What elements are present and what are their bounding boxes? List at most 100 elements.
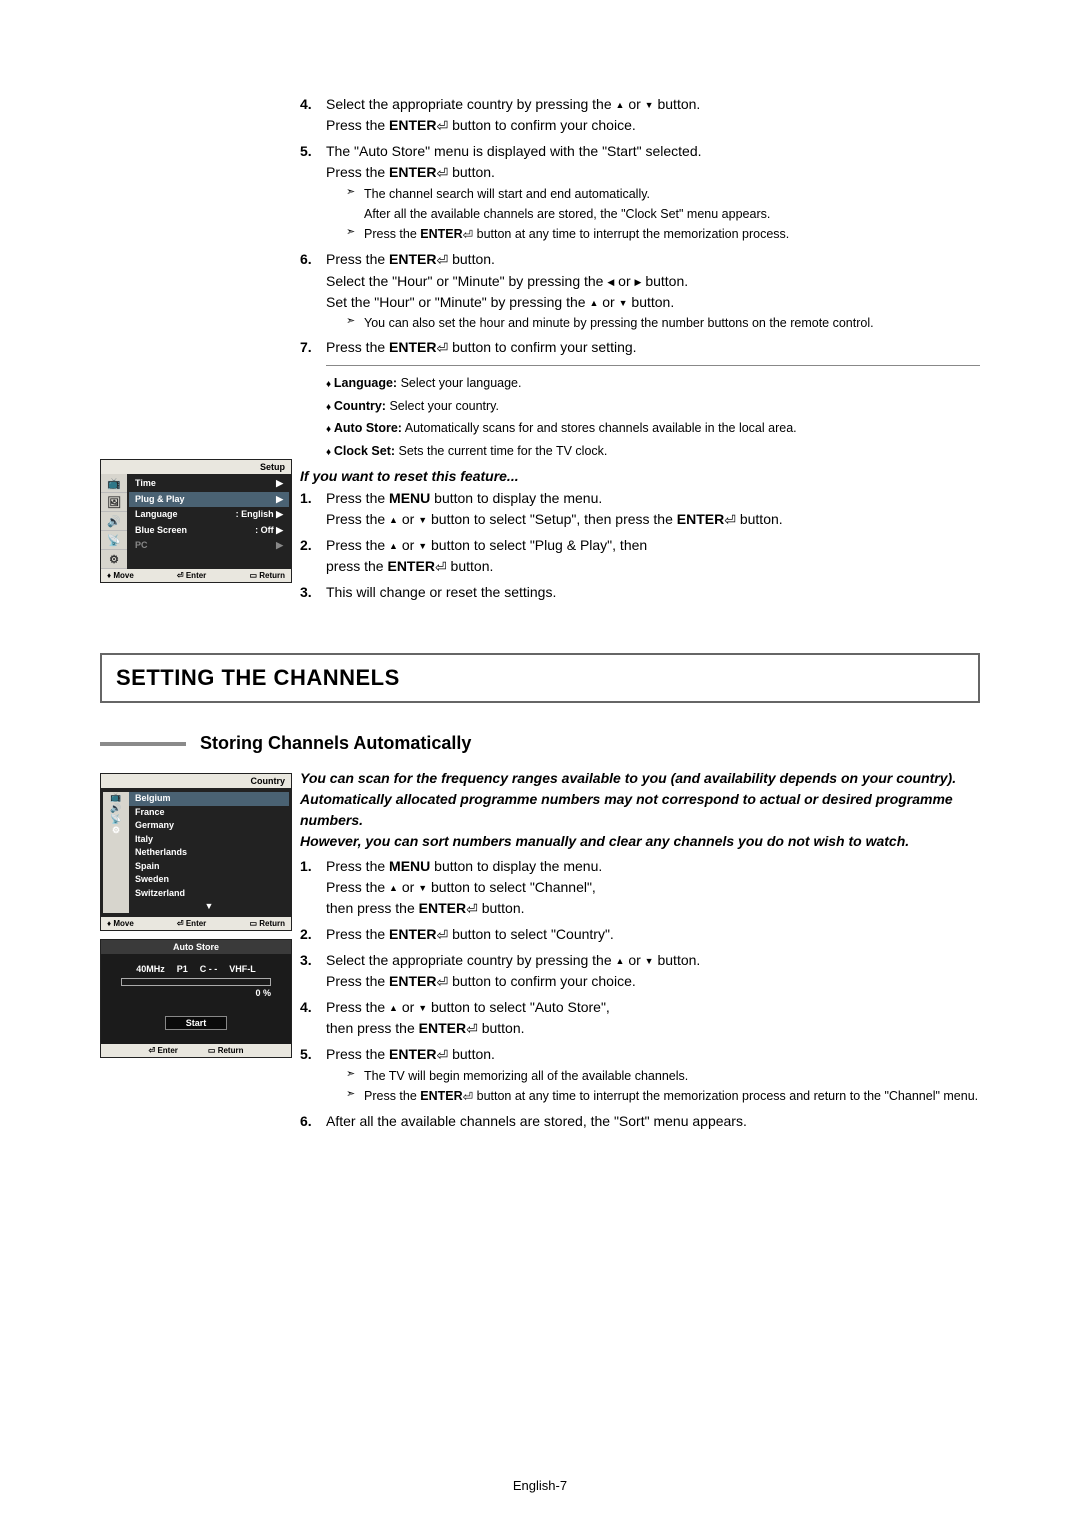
text: Move: [113, 571, 133, 580]
down-icon: [418, 511, 427, 527]
osd-chips: 40MHz P1 C - - VHF-L: [121, 964, 271, 974]
text: button to display the menu.: [430, 858, 602, 874]
enter-icon: ⏎: [436, 972, 448, 993]
up-icon: [389, 879, 398, 895]
up-icon: [389, 999, 398, 1015]
step-text: Press the ENTER⏎ button to confirm your …: [326, 337, 980, 359]
text: button.: [448, 251, 495, 267]
chip: C - -: [200, 964, 218, 974]
text: or: [624, 952, 644, 968]
bottom-step-5: 5. Press the ENTER⏎ button. The TV will …: [300, 1044, 980, 1107]
section-heading: SETTING THE CHANNELS: [100, 653, 980, 703]
step-number: 3.: [300, 582, 326, 603]
text: Set the "Hour" or "Minute" by pressing t…: [326, 294, 589, 310]
text-bold: ENTER: [419, 900, 466, 916]
text: Enter: [157, 1046, 177, 1055]
osd-setup: Setup 📺 🖼 🔊 📡 ⚙ Time ▶Plug & Play ▶Langu…: [100, 459, 292, 583]
text: Press the: [326, 537, 389, 553]
return-hint: ▭ Return: [208, 1046, 244, 1055]
up-icon: [389, 511, 398, 527]
text: button.: [628, 294, 675, 310]
osd-footer: ⏎ Enter ▭ Return: [101, 1044, 291, 1057]
osd-footer: ♦ Move ⏎ Enter ▭ Return: [101, 569, 291, 582]
step-text: After all the available channels are sto…: [326, 1111, 980, 1132]
text: Press the: [326, 339, 389, 355]
text: Press the: [326, 858, 389, 874]
text: Enter: [186, 571, 206, 580]
down-icon: [418, 879, 427, 895]
text-bold: MENU: [389, 490, 430, 506]
text: Press the: [326, 164, 389, 180]
text: or: [398, 999, 418, 1015]
text: button at any time to interrupt the memo…: [473, 227, 789, 241]
down-icon: [645, 952, 654, 968]
down-icon: [418, 999, 427, 1015]
text-bold: Country:: [334, 399, 386, 413]
osd-setup-figure: Setup 📺 🖼 🔊 📡 ⚙ Time ▶Plug & Play ▶Langu…: [100, 459, 292, 583]
text: Enter: [186, 919, 206, 928]
osd-country: Country 📺 🔊 📡 ⚙ BelgiumFranceGermanyItal…: [100, 773, 292, 931]
text-bold: ENTER: [387, 558, 434, 574]
text: Move: [113, 919, 133, 928]
text: Press the: [364, 1089, 420, 1103]
enter-icon: ⏎: [463, 1087, 473, 1107]
text: Sets the current time for the TV clock.: [395, 444, 607, 458]
bottom-step-3: 3. Select the appropriate country by pre…: [300, 950, 980, 993]
text-bold: ENTER: [419, 1020, 466, 1036]
tv-icon: 📺: [110, 792, 121, 803]
text-bold: ENTER: [420, 1089, 462, 1103]
text-bold: ENTER: [389, 164, 436, 180]
text: Press the: [326, 117, 389, 133]
text: Select the "Hour" or "Minute" by pressin…: [326, 273, 607, 289]
text: Return: [259, 919, 285, 928]
step-number: 6.: [300, 249, 326, 333]
step-text: Press the ENTER⏎ button to select "Count…: [326, 924, 980, 946]
chip: P1: [177, 964, 188, 974]
text: button to select "Country".: [448, 926, 614, 942]
text: button.: [654, 96, 701, 112]
note: The channel search will start and end au…: [346, 184, 980, 224]
enter-hint: ⏎ Enter: [177, 571, 206, 580]
text: then press the: [326, 1020, 419, 1036]
start-button: Start: [165, 1016, 227, 1030]
setup-icon: ⚙: [112, 825, 120, 836]
text: Return: [259, 571, 285, 580]
step-6: 6. Press the ENTER⏎ button. Select the "…: [300, 249, 980, 333]
step-5: 5. The "Auto Store" menu is displayed wi…: [300, 141, 980, 245]
step-4: 4. Select the appropriate country by pre…: [300, 94, 980, 137]
text: button to confirm your choice.: [448, 117, 636, 133]
text: button to select "Plug & Play", then: [427, 537, 647, 553]
text: button to confirm your setting.: [448, 339, 636, 355]
enter-icon: ⏎: [436, 163, 448, 184]
text: button to select "Setup", then press the: [427, 511, 677, 527]
step-7: 7. Press the ENTER⏎ button to confirm yo…: [300, 337, 980, 359]
osd-list: BelgiumFranceGermanyItalyNetherlandsSpai…: [129, 792, 289, 913]
text: button at any time to interrupt the memo…: [473, 1089, 978, 1103]
text-bold: ENTER: [389, 251, 436, 267]
text: or: [598, 294, 618, 310]
enter-icon: ⏎: [436, 338, 448, 359]
step-text: Press the ENTER⏎ button. Select the "Hou…: [326, 249, 980, 333]
text: button to display the menu.: [430, 490, 602, 506]
step-text: Select the appropriate country by pressi…: [326, 950, 980, 993]
return-hint: ▭ Return: [249, 571, 285, 580]
text-bold: ENTER: [420, 227, 462, 241]
text: Select the appropriate country by pressi…: [326, 96, 616, 112]
step-number: 3.: [300, 950, 326, 993]
step-number: 4.: [300, 997, 326, 1040]
step-text: Press the MENU button to display the men…: [326, 856, 980, 920]
step-text: Press the or button to select "Plug & Pl…: [326, 535, 980, 578]
text: button.: [654, 952, 701, 968]
step-text: The "Auto Store" menu is displayed with …: [326, 141, 980, 245]
reset-step-2: 2. Press the or button to select "Plug &…: [300, 535, 980, 578]
text: Press the: [326, 251, 389, 267]
text: button to confirm your choice.: [448, 973, 636, 989]
text: Select your country.: [386, 399, 499, 413]
note: You can also set the hour and minute by …: [346, 313, 980, 333]
step-number: 1.: [300, 856, 326, 920]
osd-auto-store: Auto Store 40MHz P1 C - - VHF-L 0 % Star…: [100, 939, 292, 1058]
reset-step-1: 1. Press the MENU button to display the …: [300, 488, 980, 531]
chip: 40MHz: [136, 964, 165, 974]
subheading: Storing Channels Automatically: [100, 733, 980, 754]
enter-icon: ⏎: [466, 899, 478, 920]
